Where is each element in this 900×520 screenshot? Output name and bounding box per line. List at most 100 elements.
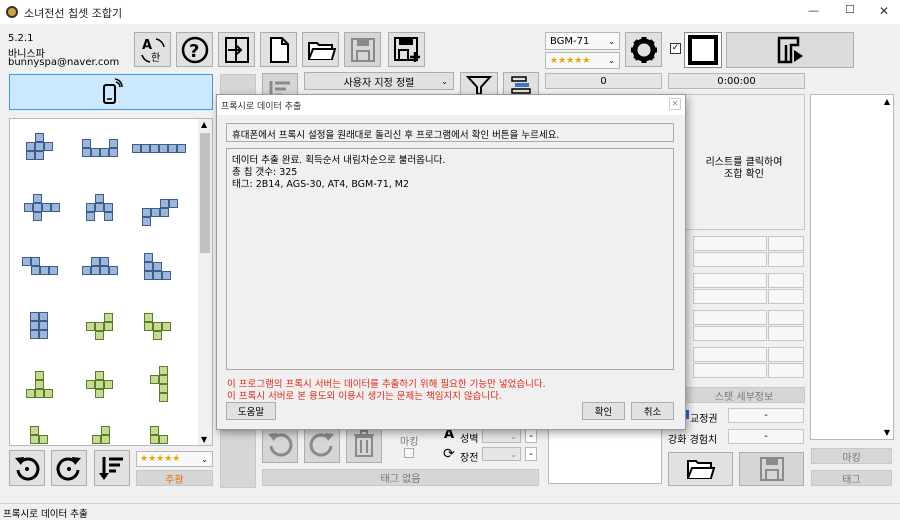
rotate-right-button[interactable]: [51, 450, 87, 486]
question-icon: ?: [181, 36, 208, 63]
redo-rotate-button[interactable]: [304, 425, 340, 463]
scroll-up-icon[interactable]: ▲: [884, 97, 890, 106]
stat-cell: [693, 273, 767, 288]
chevron-down-icon: ⌄: [510, 449, 517, 459]
combine-run-icon: [777, 36, 803, 64]
help-dialog-button[interactable]: 도움말: [226, 402, 276, 420]
chevron-down-icon: ⌄: [201, 454, 208, 464]
chevron-down-icon: ⌄: [608, 56, 615, 65]
rotate-left-icon: [268, 433, 293, 457]
mark-checkbox[interactable]: [404, 448, 414, 458]
result-list[interactable]: ▲ ▼: [810, 94, 894, 440]
stat-label-1: 성벽: [460, 434, 479, 445]
chip-stars-value: ★★★★★: [140, 454, 181, 464]
help-button[interactable]: ?: [176, 32, 213, 67]
calibration-value: -: [728, 408, 804, 423]
mark-label: 마킹: [400, 437, 419, 448]
language-button[interactable]: A 한: [134, 32, 171, 67]
dialog-title-bar: 프록시로 데이터 추출 ✕: [217, 95, 685, 115]
import-button[interactable]: [218, 32, 255, 67]
sort-desc-button[interactable]: [94, 450, 130, 486]
proxy-extract-dialog: 프록시로 데이터 추출 ✕ 휴대폰에서 프록시 설정을 원래대로 돌리신 후 프…: [216, 94, 686, 430]
option-checkbox[interactable]: ✓: [670, 43, 681, 54]
proxy-phone-button[interactable]: [9, 74, 213, 110]
scroll-down-icon[interactable]: ▼: [884, 428, 890, 437]
cancel-button[interactable]: 취소: [631, 402, 674, 420]
delete-button[interactable]: [346, 425, 382, 463]
bar-layout-icon: [511, 75, 531, 94]
filter-icon: [466, 75, 492, 95]
stat-cell: [693, 363, 767, 378]
trash-icon: [354, 430, 374, 457]
dialog-close-button[interactable]: ✕: [669, 98, 681, 110]
save-as-button[interactable]: [388, 32, 425, 67]
gear-icon: [630, 36, 657, 63]
rotate-right-icon: [56, 457, 81, 481]
warning-line: 이 프록시 서버로 본 용도외 이용시 생기는 문제는 책임지지 않습니다.: [227, 391, 502, 402]
import-icon: [224, 36, 249, 63]
center-left-strip: [220, 430, 256, 488]
scroll-down-icon[interactable]: ▼: [201, 435, 207, 444]
doll-select[interactable]: BGM-71 ⌄: [545, 32, 620, 50]
stat-cell: [768, 310, 804, 325]
stat-cell: [768, 326, 804, 341]
upgrade-exp-label: 강화 경험치: [668, 435, 718, 446]
minimize-button[interactable]: —: [808, 4, 819, 17]
chip-detail-button[interactable]: 스탯 세부정보: [683, 387, 805, 403]
rotate-right-icon: [309, 433, 334, 457]
chip-stars-select[interactable]: ★★★★★ ⌄: [136, 451, 213, 467]
phone-signal-icon: [103, 78, 123, 104]
rotate-left-button[interactable]: [9, 450, 45, 486]
progress-count: 0: [545, 73, 662, 89]
stat-minus-2[interactable]: -: [525, 447, 537, 461]
chevron-down-icon: ⌄: [441, 76, 448, 86]
stars-value: ★★★★★: [550, 55, 591, 66]
mark-button[interactable]: 마킹: [811, 448, 892, 464]
stat-select-2[interactable]: ⌄: [482, 447, 521, 461]
close-button[interactable]: ✕: [879, 4, 889, 18]
sort-select[interactable]: 사용자 지정 정렬 ⌄: [304, 72, 454, 90]
email-label: bunnyspa@naver.com: [8, 57, 120, 68]
scroll-up-icon[interactable]: ▲: [201, 120, 207, 129]
filter-button[interactable]: [460, 72, 498, 96]
stat-select-1[interactable]: ⌄: [482, 429, 521, 443]
stat-label-2: 장전: [460, 453, 479, 464]
folder-icon: [686, 460, 715, 479]
calibration-label: 교정권: [690, 414, 718, 425]
chip-shape-list[interactable]: ▲ ▼: [9, 118, 213, 446]
dialog-instruction-text: 휴대폰에서 프록시 설정을 원래대로 돌리신 후 프로그램에서 확인 버튼을 누…: [232, 130, 560, 141]
folder-icon: [307, 41, 336, 60]
sort-descending-icon: [99, 457, 123, 480]
save-combination-button[interactable]: [739, 452, 804, 486]
stat-minus-1[interactable]: -: [525, 429, 537, 443]
stars-select[interactable]: ★★★★★ ⌄: [545, 52, 620, 69]
stat-cell: [768, 236, 804, 251]
tag-button[interactable]: 태그: [811, 470, 892, 486]
save-as-icon: [393, 36, 420, 62]
open-combination-button[interactable]: [668, 452, 733, 486]
rotate-left-icon: [15, 457, 40, 481]
undo-rotate-button[interactable]: [262, 425, 298, 463]
chip-color-button[interactable]: 주황: [136, 470, 213, 486]
chip-list-scrollbar[interactable]: ▲ ▼: [198, 119, 212, 445]
maximize-button[interactable]: ☐: [845, 3, 855, 16]
scroll-thumb[interactable]: [200, 133, 210, 253]
save-button[interactable]: [344, 32, 381, 67]
stat-cell: [768, 363, 804, 378]
refresh-icon: ⟳: [443, 446, 455, 462]
display-type-button[interactable]: [503, 72, 539, 96]
ok-button[interactable]: 확인: [582, 402, 625, 420]
dialog-title: 프록시로 데이터 추출: [221, 102, 302, 112]
save-icon: [350, 37, 375, 62]
settings-button[interactable]: [625, 32, 662, 67]
color-preview-button[interactable]: [684, 32, 722, 68]
version-label: 5.2.1: [8, 33, 34, 44]
combine-button[interactable]: [726, 32, 854, 68]
svg-text:한: 한: [151, 52, 160, 64]
new-file-button[interactable]: [260, 32, 297, 67]
elapsed-time: 0:00:00: [668, 73, 805, 89]
stat-cell: [693, 252, 767, 267]
stat-cell: [768, 273, 804, 288]
open-file-button[interactable]: [302, 32, 339, 67]
tag-none-button[interactable]: 태그 없음: [262, 469, 539, 486]
